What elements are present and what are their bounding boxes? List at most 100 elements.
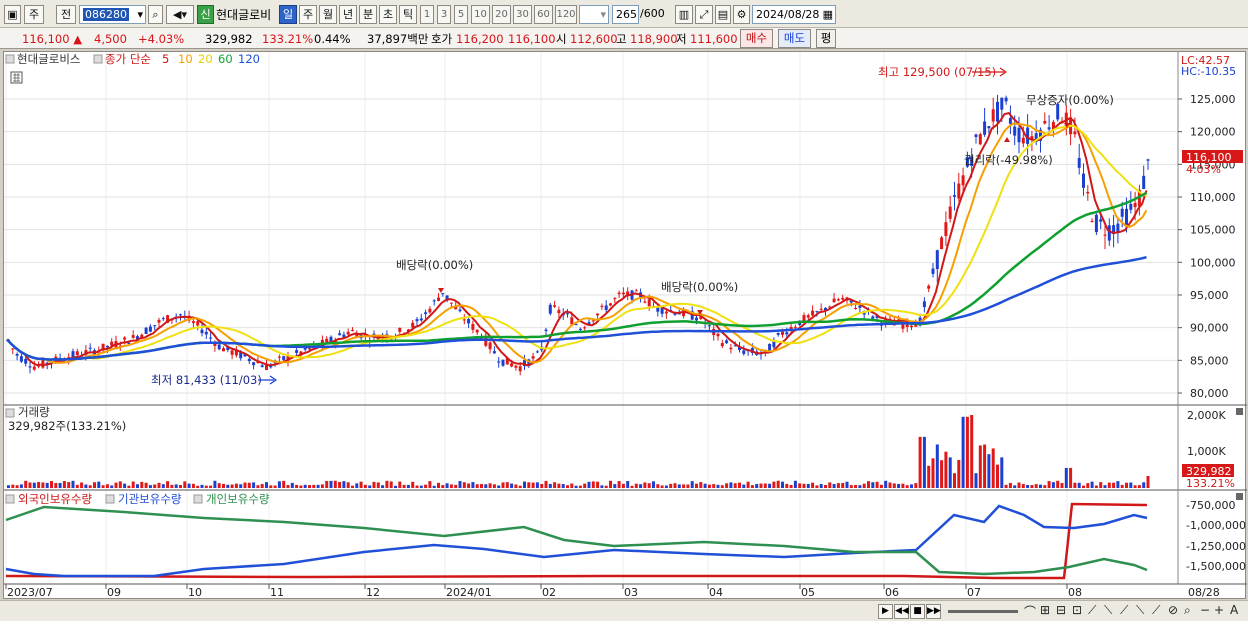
data-count-input[interactable]: 265: [612, 5, 639, 24]
zoom-icon[interactable]: ⌕: [1184, 603, 1191, 618]
period-minute[interactable]: 분: [359, 5, 377, 24]
font-size-icon[interactable]: A: [1230, 603, 1238, 617]
volume-bar: [570, 483, 574, 488]
stop-icon[interactable]: ■: [910, 604, 925, 619]
volume-bar: [196, 485, 200, 488]
volume-bar: [84, 484, 88, 488]
interval-120[interactable]: 120: [555, 5, 577, 24]
interval-30[interactable]: 30: [513, 5, 532, 24]
scroll-right-icon[interactable]: ▶: [878, 604, 893, 619]
volume-bar: [333, 480, 337, 488]
chart-panel[interactable]: 125,000 120,000 115,000 110,000 105,000 100,0…: [3, 51, 1247, 600]
gear-icon[interactable]: ⚙: [733, 5, 750, 24]
volume-bar: [854, 484, 858, 488]
volume-bar: [45, 482, 49, 488]
tab-prev-selector[interactable]: 전: [56, 5, 76, 24]
volume-panel-close-icon[interactable]: [1236, 408, 1243, 415]
reset-icon[interactable]: ⊘: [1168, 603, 1178, 617]
volume-bar: [824, 485, 827, 488]
interval-1[interactable]: 1: [420, 5, 434, 24]
interval-3[interactable]: 3: [437, 5, 451, 24]
low-label: 저: [676, 32, 687, 46]
window-icon[interactable]: ▣: [4, 5, 21, 24]
volume-bar: [166, 481, 170, 488]
scroll-last-icon[interactable]: ▶▶: [926, 604, 941, 619]
candle-body: [415, 319, 419, 322]
period-weekly[interactable]: 주: [299, 5, 317, 24]
draw-tool-icon[interactable]: ⟋: [1120, 603, 1128, 618]
period-daily[interactable]: 일: [279, 5, 297, 24]
volume-bar: [557, 483, 561, 488]
volume-bar: [105, 484, 109, 488]
draw-tool-icon[interactable]: ⟋: [1152, 603, 1160, 618]
volume-bar: [1039, 484, 1042, 488]
draw-tool-icon[interactable]: ⊟: [1056, 603, 1066, 617]
draw-tool-icon[interactable]: ⟋: [1088, 603, 1096, 618]
average-button[interactable]: 평: [816, 29, 836, 48]
line-tool-icon[interactable]: ⤢: [695, 5, 713, 24]
holdings-panel-close-icon[interactable]: [1236, 493, 1243, 500]
candle-body: [15, 354, 19, 356]
candle-body: [295, 350, 299, 353]
period-yearly[interactable]: 년: [339, 5, 357, 24]
candle-body: [548, 304, 552, 314]
stock-chart-svg[interactable]: 125,000120,000115,000110,000105,000100,0…: [4, 52, 1247, 600]
draw-tool-icon[interactable]: ⟍: [1136, 603, 1144, 618]
candle-body: [957, 183, 961, 199]
volume-bar: [62, 481, 66, 488]
interval-5[interactable]: 5: [454, 5, 468, 24]
candle-body: [222, 348, 225, 352]
calendar-icon[interactable]: ▦: [823, 6, 833, 23]
draw-tool-icon[interactable]: ⊡: [1072, 603, 1082, 617]
volume-bar: [222, 483, 225, 488]
candle-body: [1017, 127, 1021, 143]
volume-bar: [540, 483, 544, 488]
volume-bar: [144, 482, 148, 488]
dropdown-arrow-icon[interactable]: ▾: [600, 6, 606, 23]
scroll-first-icon[interactable]: ◀◀: [894, 604, 909, 619]
x-axis-label: 08: [1068, 586, 1082, 599]
candle-body: [922, 301, 926, 308]
scroll-slider[interactable]: [948, 610, 1018, 613]
period-monthly[interactable]: 월: [319, 5, 337, 24]
volume-bar: [1133, 485, 1137, 488]
sound-icon[interactable]: ◀▾: [166, 5, 194, 24]
candle-body: [123, 337, 127, 340]
tab-week-selector[interactable]: 주: [24, 5, 44, 24]
volume-bar: [67, 482, 71, 488]
stock-code-input[interactable]: 086280 ▾: [79, 5, 146, 24]
volume-bar: [209, 485, 213, 488]
custom-interval-input[interactable]: ▾: [579, 5, 609, 24]
dropdown-arrow-icon[interactable]: ▾: [137, 6, 143, 23]
volume-bar: [54, 483, 58, 488]
save-icon[interactable]: ▤: [715, 5, 731, 24]
interval-10[interactable]: 10: [471, 5, 490, 24]
draw-tool-icon[interactable]: ⟍: [1104, 603, 1112, 618]
candle-type-icon[interactable]: ▥: [675, 5, 693, 24]
search-icon[interactable]: ⌕: [148, 5, 163, 24]
volume-bar: [88, 485, 92, 488]
interval-60[interactable]: 60: [534, 5, 553, 24]
zoom-in-icon[interactable]: +: [1214, 603, 1224, 617]
date-input[interactable]: 2024/08/28 ▦: [752, 5, 836, 24]
buy-button[interactable]: 매수: [740, 29, 773, 48]
x-axis-label: 02: [542, 586, 556, 599]
draw-tool-icon[interactable]: ⊞: [1040, 603, 1050, 617]
bottom-toolbar: ▶ ◀◀ ■ ▶▶ ⌒ ⊞ ⊟ ⊡ ⟋ ⟍ ⟋ ⟍ ⟋ ⊘ ⌕ − + A: [0, 600, 1248, 621]
volume-bar: [256, 485, 260, 488]
draw-tool-icon[interactable]: ⌒: [1024, 603, 1036, 620]
candle-body: [144, 327, 148, 334]
volume-bar: [226, 484, 230, 488]
candle-body: [1146, 159, 1150, 161]
zoom-out-icon[interactable]: −: [1200, 603, 1210, 617]
interval-20[interactable]: 20: [492, 5, 511, 24]
candle-body: [854, 307, 858, 310]
volume-bar: [1129, 482, 1133, 488]
period-second[interactable]: 초: [379, 5, 397, 24]
volume-bar: [131, 481, 135, 488]
volume-bar: [836, 483, 840, 488]
candle-body: [1077, 158, 1081, 168]
period-tick[interactable]: 틱: [399, 5, 417, 24]
candle-body: [716, 333, 720, 337]
sell-button[interactable]: 매도: [778, 29, 811, 48]
